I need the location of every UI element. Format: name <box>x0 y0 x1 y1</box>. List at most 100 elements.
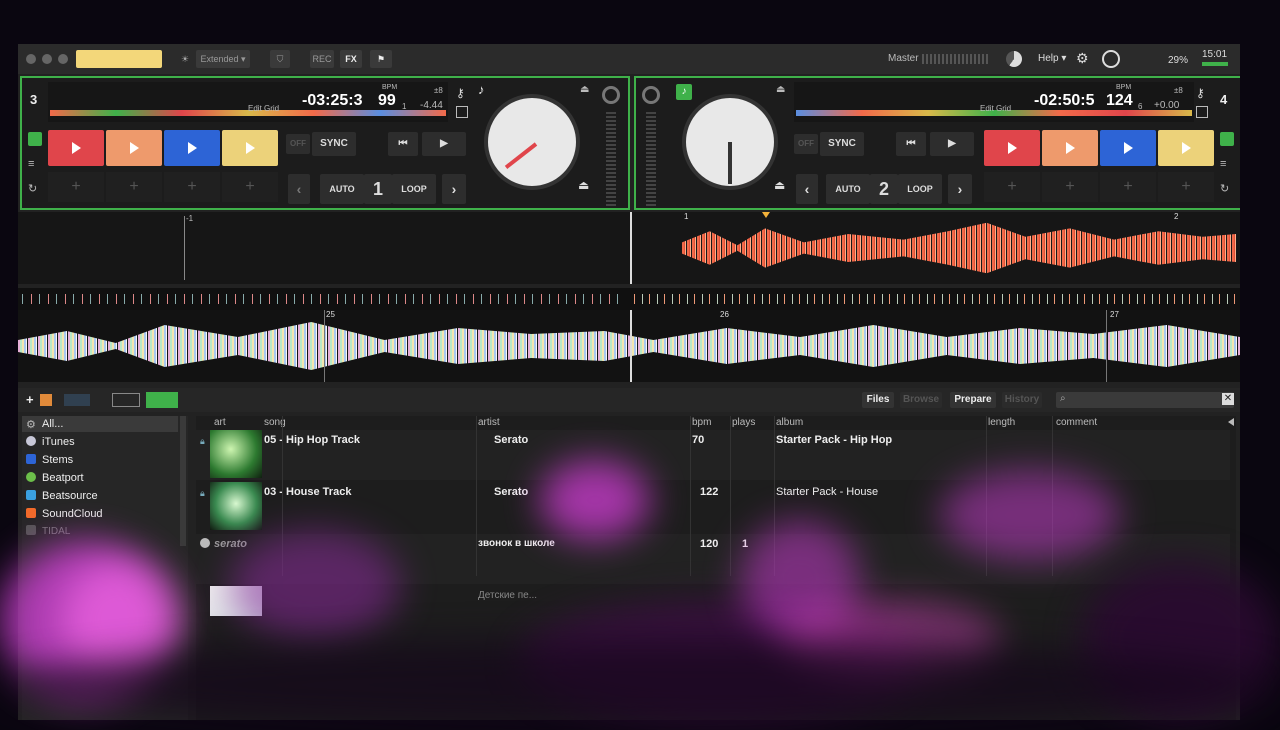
crate-icon[interactable] <box>40 394 52 406</box>
maximize-dot[interactable] <box>58 54 68 64</box>
zoomed-waveform-area[interactable]: -1 1 2 <box>18 212 1240 284</box>
loop-button[interactable]: LOOP <box>898 174 942 204</box>
cue-mode-icon[interactable] <box>28 132 42 146</box>
column-header-art[interactable]: art <box>214 416 226 430</box>
sidebar-scrollbar[interactable] <box>180 416 186 546</box>
search-input[interactable]: ⌕ <box>1056 392 1234 408</box>
overview-waveform-area[interactable]: 25 26 27 <box>18 310 1240 382</box>
cue-button[interactable]: ⏮ <box>896 132 926 156</box>
minimize-dot[interactable] <box>42 54 52 64</box>
hot-cue-add-8[interactable]: + <box>222 172 278 202</box>
loop-prev-button[interactable]: ‹ <box>796 174 818 204</box>
user-avatar-icon[interactable] <box>1102 50 1120 68</box>
rec-button[interactable]: REC <box>310 50 334 68</box>
hot-cue-add-5[interactable]: + <box>48 172 104 202</box>
play-button[interactable]: ▶ <box>930 132 974 156</box>
collapse-icon[interactable] <box>1228 418 1234 426</box>
list-icon[interactable]: ≡ <box>1220 158 1226 170</box>
loop-icon[interactable]: ↻ <box>1220 182 1229 195</box>
hot-cue-add-7[interactable]: + <box>1100 172 1156 202</box>
tab-browse[interactable]: Browse <box>900 392 942 408</box>
edit-grid-label[interactable]: Edit Grid <box>980 104 1011 113</box>
cue-marker-icon[interactable] <box>762 212 770 218</box>
hot-cue-add-5[interactable]: + <box>984 172 1040 202</box>
hot-cue-pad-2[interactable] <box>106 130 162 166</box>
column-header-length[interactable]: length <box>988 416 1015 430</box>
eject-icon[interactable]: ⏏ <box>776 84 785 95</box>
close-icon[interactable]: ✕ <box>1222 393 1234 405</box>
view-mode-select[interactable]: Extended ▾ <box>196 50 250 68</box>
sidebar-item-all[interactable]: ⚙ All... <box>26 415 63 433</box>
cue-mode-icon[interactable] <box>1220 132 1234 146</box>
loop-next-button[interactable]: › <box>442 174 466 204</box>
loop-button[interactable]: LOOP <box>392 174 436 204</box>
sidebar-item-soundcloud[interactable]: SoundCloud <box>26 505 103 523</box>
tab-history[interactable]: History <box>1002 392 1042 408</box>
hot-cue-add-6[interactable]: + <box>106 172 162 202</box>
hot-cue-pad-1[interactable] <box>48 130 104 166</box>
hot-cue-pad-3[interactable] <box>1100 130 1156 166</box>
add-crate-icon[interactable]: + <box>26 392 34 407</box>
list-view-icon[interactable] <box>112 393 140 407</box>
sidebar-item-tidal[interactable]: TIDAL <box>26 523 70 541</box>
art-view-icon[interactable] <box>146 392 178 408</box>
key-lock-off-button[interactable]: OFF <box>794 134 818 154</box>
hot-cue-pad-1[interactable] <box>984 130 1040 166</box>
auto-loop-button[interactable]: AUTO <box>320 174 364 204</box>
sync-button[interactable]: SYNC <box>820 132 864 156</box>
hot-cue-pad-3[interactable] <box>164 130 220 166</box>
hot-cue-pad-2[interactable] <box>1042 130 1098 166</box>
master-volume-knob[interactable] <box>1006 51 1022 67</box>
sidebar-item-beatport[interactable]: Beatport <box>26 469 84 487</box>
key-lock-off-button[interactable]: OFF <box>286 134 310 154</box>
column-header-comment[interactable]: comment <box>1056 416 1097 430</box>
eject-icon[interactable]: ⏏ <box>774 178 785 192</box>
sidebar-item-itunes[interactable]: iTunes <box>26 433 75 451</box>
grid-icon[interactable] <box>1196 106 1208 118</box>
pitch-range[interactable]: ±8 <box>1174 86 1183 95</box>
loop-prev-button[interactable]: ‹ <box>288 174 310 204</box>
sidebar-item-beatsource[interactable]: Beatsource <box>26 487 98 505</box>
music-note-icon[interactable]: ♪ <box>478 82 485 97</box>
smart-crate-icon[interactable] <box>64 394 90 406</box>
column-header-artist[interactable]: artist <box>478 416 500 430</box>
sampler-icon[interactable]: ⚑ <box>370 50 392 68</box>
eject-icon[interactable]: ⏏ <box>578 178 589 192</box>
help-menu[interactable]: Help ▾ <box>1038 53 1066 64</box>
shield-icon[interactable]: ⛉ <box>270 50 290 68</box>
column-header-bpm[interactable]: bpm <box>692 416 711 430</box>
table-row[interactable]: 🔒︎ 05 - Hip Hop Track Serato 70 Starter … <box>196 430 1230 480</box>
sync-button[interactable]: SYNC <box>312 132 356 156</box>
virtual-platter[interactable] <box>484 94 580 190</box>
play-button[interactable]: ▶ <box>422 132 466 156</box>
virtual-platter[interactable] <box>682 94 778 190</box>
loop-icon[interactable]: ↻ <box>28 182 37 195</box>
hot-cue-pad-4[interactable] <box>222 130 278 166</box>
key-icon[interactable]: ⚷ <box>456 86 465 100</box>
hot-cue-pad-4[interactable] <box>1158 130 1214 166</box>
cue-button[interactable]: ⏮ <box>388 132 418 156</box>
close-dot[interactable] <box>26 54 36 64</box>
hot-cue-add-6[interactable]: + <box>1042 172 1098 202</box>
column-header-plays[interactable]: plays <box>732 416 755 430</box>
grid-icon[interactable] <box>456 106 468 118</box>
column-header-album[interactable]: album <box>776 416 803 430</box>
pitch-range[interactable]: ±8 <box>434 86 443 95</box>
hot-cue-add-8[interactable]: + <box>1158 172 1214 202</box>
list-icon[interactable]: ≡ <box>28 158 34 170</box>
gain-knob[interactable] <box>642 86 660 104</box>
tab-prepare[interactable]: Prepare <box>950 392 996 408</box>
fx-button[interactable]: FX <box>340 50 362 68</box>
gear-icon[interactable]: ⚙ <box>1076 50 1089 67</box>
sidebar-item-stems[interactable]: Stems <box>26 451 73 469</box>
loop-next-button[interactable]: › <box>948 174 972 204</box>
key-icon[interactable]: ⚷ <box>1196 86 1205 100</box>
edit-grid-label[interactable]: Edit Grid <box>248 104 279 113</box>
sun-icon[interactable]: ☀ <box>178 50 192 68</box>
auto-loop-button[interactable]: AUTO <box>826 174 870 204</box>
music-note-icon[interactable]: ♪ <box>676 84 692 100</box>
tab-files[interactable]: Files <box>862 392 894 408</box>
eject-icon[interactable]: ⏏ <box>580 84 589 95</box>
hot-cue-add-7[interactable]: + <box>164 172 220 202</box>
gain-knob[interactable] <box>602 86 620 104</box>
